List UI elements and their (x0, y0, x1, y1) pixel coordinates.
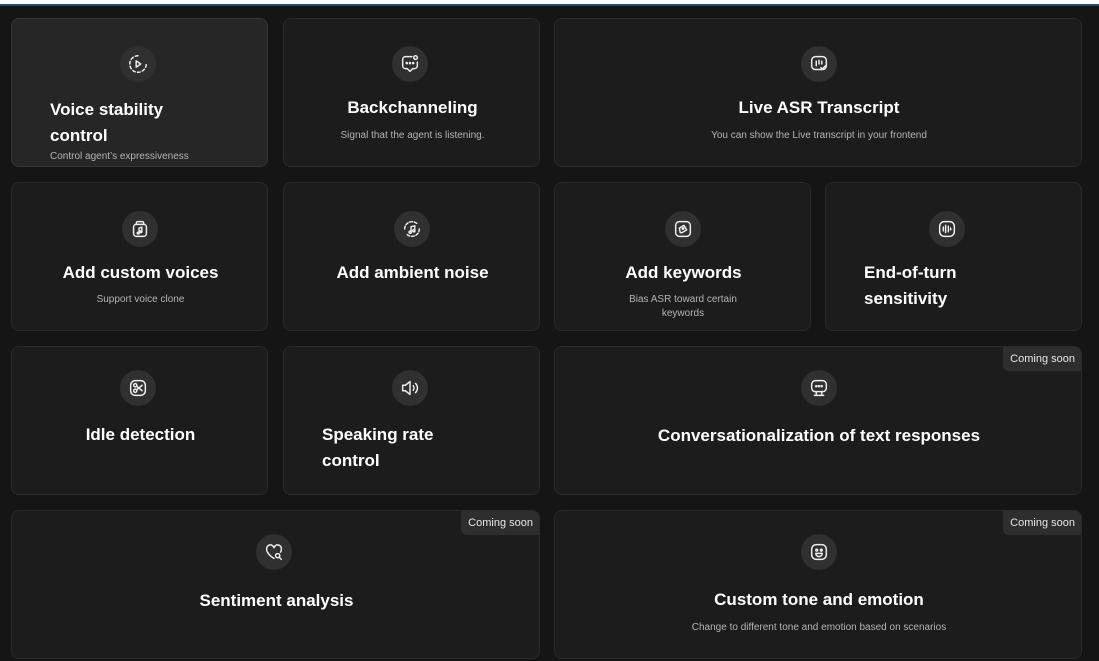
card-title: Idle detection (85, 425, 196, 444)
card-title: Speaking rate control (322, 425, 434, 470)
coming-soon-badge: Coming soon (1003, 347, 1081, 371)
card-title: Backchanneling (347, 98, 478, 117)
play-circle-icon (120, 46, 156, 82)
waveform-icon (929, 211, 965, 247)
card-title: Live ASR Transcript (738, 98, 900, 117)
card-speaking-rate[interactable]: Speaking rate control (283, 346, 540, 495)
transcript-icon (801, 46, 837, 82)
card-title: Conversationalization of text responses (657, 426, 981, 445)
card-conversationalization[interactable]: Conversationalization of text responses … (554, 346, 1082, 495)
card-description: Bias ASR toward certain keywords (629, 294, 737, 319)
card-custom-tone[interactable]: Custom tone and emotion Change to differ… (554, 510, 1082, 659)
speaker-icon (392, 370, 428, 406)
top-border (0, 0, 1099, 6)
card-title: Add ambient noise (336, 263, 489, 282)
music-rotate-icon (394, 211, 430, 247)
tag-icon (665, 211, 701, 247)
card-title: End-of-turn sensitivity (864, 263, 957, 308)
smiley-icon (801, 534, 837, 570)
card-description: You can show the Live transcript in your… (711, 130, 927, 141)
coming-soon-badge: Coming soon (1003, 511, 1081, 535)
card-voice-stability[interactable]: Voice stability control Control agent’s … (11, 18, 268, 167)
scissors-icon (120, 370, 156, 406)
card-end-of-turn[interactable]: End-of-turn sensitivity (825, 182, 1082, 331)
card-backchanneling[interactable]: Backchanneling Signal that the agent is … (283, 18, 540, 167)
card-title: Add keywords (625, 263, 742, 282)
card-title: Add custom voices (62, 263, 219, 282)
heart-search-icon (256, 534, 292, 570)
card-idle-detection[interactable]: Idle detection (11, 346, 268, 495)
card-live-asr[interactable]: Live ASR Transcript You can show the Liv… (554, 18, 1082, 167)
card-ambient-noise[interactable]: Add ambient noise (283, 182, 540, 331)
card-description: Change to different tone and emotion bas… (691, 622, 947, 633)
card-title: Voice stability control (50, 100, 164, 145)
coming-soon-badge: Coming soon (461, 511, 539, 535)
card-title: Sentiment analysis (199, 591, 354, 610)
card-custom-voices[interactable]: Add custom voices Support voice clone (11, 182, 268, 331)
monitor-chat-icon (801, 370, 837, 406)
card-keywords[interactable]: Add keywords Bias ASR toward certain key… (554, 182, 811, 331)
card-description: Control agent’s expressiveness (50, 151, 189, 162)
music-note-icon (122, 211, 158, 247)
card-description: Support voice clone (96, 294, 185, 305)
card-title: Custom tone and emotion (714, 590, 924, 609)
card-description: Signal that the agent is listening. (340, 130, 485, 141)
card-sentiment[interactable]: Sentiment analysis Coming soon (11, 510, 540, 659)
chat-bubble-icon (392, 46, 428, 82)
